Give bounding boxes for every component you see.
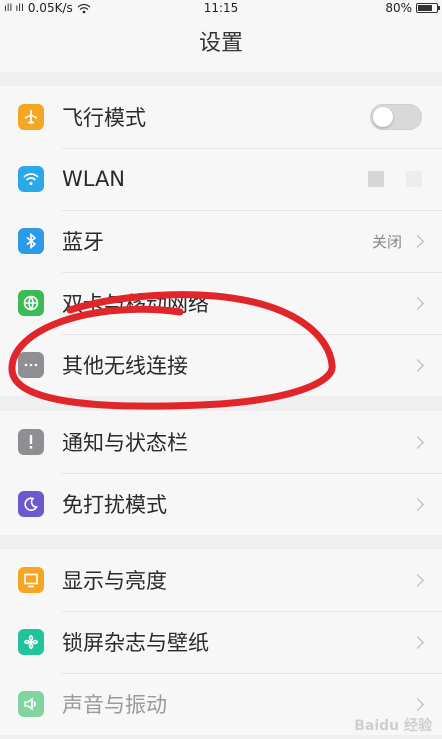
settings-group-connectivity: 飞行模式 WLAN 蓝牙 关闭双卡与移动网络 其他无线连接: [0, 86, 442, 396]
settings-row-label: 双卡与移动网络: [62, 292, 209, 316]
settings-row[interactable]: 锁屏杂志与壁纸: [0, 611, 442, 673]
settings-row-label: WLAN: [62, 167, 126, 191]
settings-row[interactable]: 显示与亮度: [0, 549, 442, 611]
chevron-right-icon: [411, 497, 424, 511]
exclamation-icon: [18, 429, 44, 455]
clock: 11:15: [203, 1, 239, 15]
settings-row-label: 蓝牙: [62, 230, 104, 254]
status-right: 80%: [385, 1, 440, 15]
settings-row-label: 通知与状态栏: [62, 431, 188, 455]
wlan-status-indicator: [368, 171, 384, 187]
baidu-watermark: Baidu 经验: [354, 718, 432, 734]
settings-row-value: 关闭: [371, 232, 402, 251]
chevron-right-icon: [411, 697, 424, 711]
settings-row[interactable]: WLAN: [0, 148, 442, 210]
settings-row-label: 锁屏杂志与壁纸: [62, 631, 209, 655]
settings-row[interactable]: 蓝牙 关闭: [0, 210, 442, 272]
chevron-right-icon: [411, 573, 424, 587]
settings-group-notifications: 通知与状态栏 免打扰模式: [0, 411, 442, 535]
settings-row[interactable]: 双卡与移动网络: [0, 272, 442, 334]
settings-row-label: 其他无线连接: [62, 354, 188, 378]
settings-row[interactable]: 免打扰模式: [0, 473, 442, 535]
bluetooth-icon: [18, 228, 44, 254]
display-icon: [18, 567, 44, 593]
settings-row[interactable]: 飞行模式: [0, 86, 442, 148]
settings-group-display: 显示与亮度锁屏杂志与壁纸 声音与振动: [0, 549, 442, 735]
globe-icon: [18, 290, 44, 316]
page-title: 设置: [0, 16, 442, 72]
airplane-icon: [18, 104, 44, 130]
settings-row-label: 免打扰模式: [62, 493, 167, 517]
chevron-right-icon: [411, 234, 424, 248]
settings-row-label: 显示与亮度: [62, 569, 167, 593]
moon-icon: [18, 491, 44, 517]
more-dots-icon: [18, 352, 44, 378]
chevron-right-icon: [411, 358, 424, 372]
settings-row-label: 飞行模式: [62, 106, 146, 130]
battery-percent: 80%: [385, 1, 412, 15]
settings-row[interactable]: 其他无线连接: [0, 334, 442, 396]
flower-icon: [18, 629, 44, 655]
toggle-knob: [373, 107, 393, 127]
settings-row-label: 声音与振动: [62, 693, 167, 717]
status-bar: ıll ıll 0.05K/s 11:15 80%: [0, 0, 442, 16]
settings-row[interactable]: 通知与状态栏: [0, 411, 442, 473]
battery-icon: [416, 3, 440, 13]
wifi-icon: [18, 166, 44, 192]
speaker-icon: [18, 691, 44, 717]
chevron-right-icon: [411, 635, 424, 649]
battery-fill: [418, 5, 433, 11]
airplane-mode-toggle[interactable]: [370, 104, 422, 130]
wlan-status-indicator-faint: [406, 171, 422, 187]
chevron-right-icon: [411, 296, 424, 310]
chevron-right-icon: [411, 435, 424, 449]
